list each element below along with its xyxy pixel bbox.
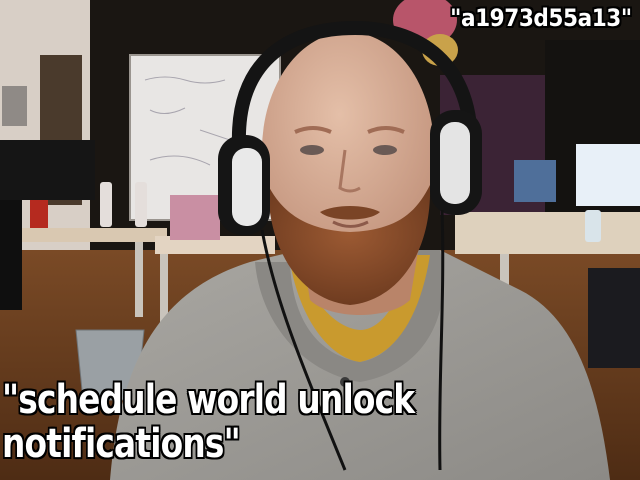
red-extinguisher: [30, 200, 48, 228]
monitor-right: [576, 144, 640, 206]
office-chair: [0, 200, 22, 310]
bottom-caption: "schedule world unlock notifications": [2, 377, 415, 467]
right-eye: [373, 145, 397, 155]
webcam-frame: "a1973d55a13" "schedule world unlock not…: [0, 0, 640, 480]
left-eye: [300, 145, 324, 155]
bottom-caption-line-2: notifications": [2, 421, 241, 467]
top-caption: "a1973d55a13": [450, 4, 632, 32]
desk-left: [12, 228, 167, 242]
person-leg-right: [588, 268, 640, 368]
desk-right: [455, 212, 640, 254]
colorful-box: [170, 195, 220, 240]
laptop-screen: [514, 160, 556, 202]
wall-sign: [2, 86, 27, 126]
bottom-caption-line-1: "schedule world unlock: [2, 377, 415, 423]
desk-left-monitor: [0, 140, 95, 200]
